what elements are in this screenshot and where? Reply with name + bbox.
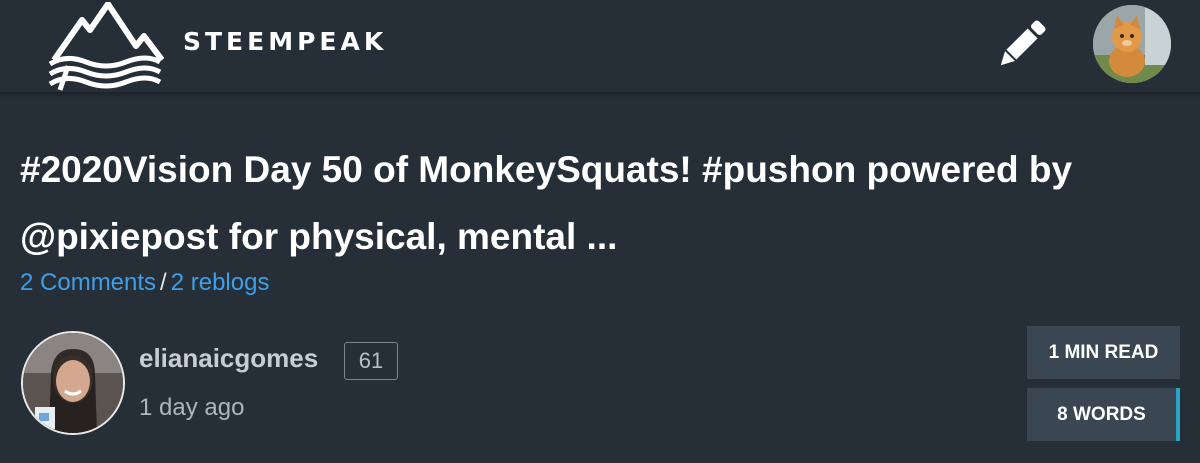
word-count-badge: 8 WORDS — [1027, 388, 1180, 441]
comments-link[interactable]: 2 Comments — [20, 269, 156, 296]
brand-name[interactable]: STEEMPEAK — [183, 27, 387, 56]
pencil-icon[interactable] — [992, 14, 1052, 74]
author-name[interactable]: elianaicgomes — [139, 343, 318, 374]
post-meta-links: 2 Comments/2 reblogs — [20, 269, 269, 297]
post-timestamp: 1 day ago — [139, 394, 245, 421]
reputation-badge: 61 — [344, 342, 398, 380]
top-header: STEEMPEAK — [0, 0, 1200, 93]
user-avatar[interactable] — [1093, 5, 1171, 83]
read-time-badge: 1 MIN READ — [1027, 326, 1180, 379]
author-photo-icon — [23, 333, 123, 433]
meta-separator: / — [160, 269, 167, 296]
post-title[interactable]: #2020Vision Day 50 of MonkeySquats! #pus… — [20, 136, 1180, 270]
kitten-avatar-icon — [1093, 5, 1171, 83]
author-avatar[interactable] — [21, 331, 125, 435]
reblogs-link[interactable]: 2 reblogs — [171, 269, 270, 296]
steempeak-logo-icon[interactable] — [46, 2, 164, 92]
